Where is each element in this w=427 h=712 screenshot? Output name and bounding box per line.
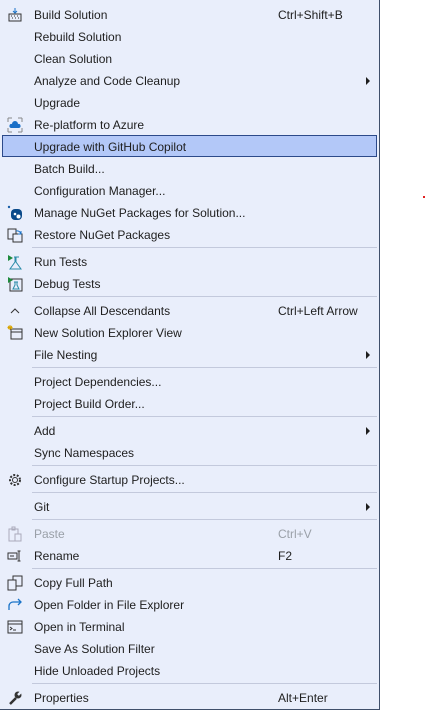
menu-item-shortcut: Alt+Enter: [278, 691, 328, 705]
menu-separator: [32, 296, 377, 297]
menu-item-copy-full-path[interactable]: Copy Full Path: [2, 571, 377, 593]
menu-separator: [32, 247, 377, 248]
menu-item-batch-build[interactable]: Batch Build...: [2, 157, 377, 179]
menu-item-upgrade[interactable]: Upgrade: [2, 91, 377, 113]
nuget-icon: [7, 205, 23, 221]
menu-item-label: Configuration Manager...: [34, 184, 166, 198]
collapse-icon: [7, 303, 23, 319]
menu-item-label: Upgrade: [34, 96, 81, 110]
menu-item-label: File Nesting: [34, 348, 98, 362]
menu-item-project-build-order[interactable]: Project Build Order...: [2, 392, 377, 414]
terminal-icon: [7, 619, 23, 635]
menu-item-shortcut: F2: [278, 549, 293, 563]
new-view-icon: [7, 325, 23, 341]
menu-item-label: Hide Unloaded Projects: [34, 664, 161, 678]
menu-item-label: Build Solution: [34, 8, 108, 22]
menu-item-label: Open in Terminal: [34, 620, 125, 634]
menu-item-label: Clean Solution: [34, 52, 113, 66]
menu-item-debug-tests[interactable]: Debug Tests: [2, 272, 377, 294]
menu-item-properties[interactable]: Properties Alt+Enter: [2, 686, 377, 708]
submenu-arrow-icon: [366, 427, 370, 435]
menu-item-label: Rebuild Solution: [34, 30, 122, 44]
menu-item-file-nesting[interactable]: File Nesting: [2, 343, 377, 365]
menu-item-rebuild-solution[interactable]: Rebuild Solution: [2, 25, 377, 47]
gear-icon: [7, 472, 23, 488]
menu-item-label: Re-platform to Azure: [34, 118, 145, 132]
menu-item-label: Sync Namespaces: [34, 446, 135, 460]
submenu-arrow-icon: [366, 77, 370, 85]
paste-icon: [7, 526, 23, 542]
menu-item-label: Add: [34, 424, 56, 438]
menu-item-label: Debug Tests: [34, 277, 101, 291]
restore-packages-icon: [7, 227, 23, 243]
menu-item-label: Configure Startup Projects...: [34, 473, 185, 487]
menu-item-save-as-solution-filter[interactable]: Save As Solution Filter: [2, 637, 377, 659]
menu-separator: [32, 492, 377, 493]
open-folder-arrow-icon: [7, 597, 23, 613]
menu-item-shortcut: Ctrl+Left Arrow: [278, 304, 358, 318]
menu-item-label: Restore NuGet Packages: [34, 228, 171, 242]
menu-item-hide-unloaded-projects[interactable]: Hide Unloaded Projects: [2, 659, 377, 681]
menu-item-shortcut: Ctrl+V: [278, 527, 312, 541]
menu-item-label: Batch Build...: [34, 162, 105, 176]
menu-item-label: Manage NuGet Packages for Solution...: [34, 206, 246, 220]
menu-item-analyze-and-code-cleanup[interactable]: Analyze and Code Cleanup: [2, 69, 377, 91]
menu-item-restore-nuget-packages[interactable]: Restore NuGet Packages: [2, 223, 377, 245]
menu-item-rename[interactable]: Rename F2: [2, 544, 377, 566]
solution-context-menu: Build Solution Ctrl+Shift+B Rebuild Soluti…: [0, 0, 380, 710]
menu-item-shortcut: Ctrl+Shift+B: [278, 8, 343, 22]
menu-item-label: Upgrade with GitHub Copilot: [34, 140, 187, 154]
submenu-arrow-icon: [366, 503, 370, 511]
menu-item-configure-startup-projects[interactable]: Configure Startup Projects...: [2, 468, 377, 490]
menu-separator: [32, 568, 377, 569]
menu-item-open-in-terminal[interactable]: Open in Terminal: [2, 615, 377, 637]
menu-item-clean-solution[interactable]: Clean Solution: [2, 47, 377, 69]
menu-item-label: Collapse All Descendants: [34, 304, 171, 318]
menu-item-label: Project Build Order...: [34, 397, 145, 411]
menu-item-paste: Paste Ctrl+V: [2, 522, 377, 544]
menu-item-collapse-all-descendants[interactable]: Collapse All Descendants Ctrl+Left Arrow: [2, 299, 377, 321]
run-tests-icon: [7, 254, 23, 270]
debug-tests-icon: [7, 276, 23, 292]
menu-item-label: Paste: [34, 527, 65, 541]
menu-item-git[interactable]: Git: [2, 495, 377, 517]
menu-separator: [32, 416, 377, 417]
menu-item-label: Analyze and Code Cleanup: [34, 74, 181, 88]
red-dot-marker: [423, 196, 425, 198]
menu-item-label: Git: [34, 500, 50, 514]
menu-item-add[interactable]: Add: [2, 419, 377, 441]
menu-item-open-folder-in-file-explorer[interactable]: Open Folder in File Explorer: [2, 593, 377, 615]
menu-item-label: New Solution Explorer View: [34, 326, 182, 340]
menu-separator: [32, 519, 377, 520]
menu-item-label: Run Tests: [34, 255, 88, 269]
menu-item-re-platform-to-azure[interactable]: Re-platform to Azure: [2, 113, 377, 135]
menu-item-label: Save As Solution Filter: [34, 642, 155, 656]
menu-item-new-solution-explorer-view[interactable]: New Solution Explorer View: [2, 321, 377, 343]
menu-item-label: Open Folder in File Explorer: [34, 598, 185, 612]
menu-item-manage-nuget-packages-for-solution[interactable]: Manage NuGet Packages for Solution...: [2, 201, 377, 223]
menu-item-configuration-manager[interactable]: Configuration Manager...: [2, 179, 377, 201]
menu-separator: [32, 683, 377, 684]
wrench-icon: [7, 690, 23, 706]
menu-separator: [32, 367, 377, 368]
menu-item-project-dependencies[interactable]: Project Dependencies...: [2, 370, 377, 392]
azure-cloud-icon: [7, 117, 23, 133]
menu-item-sync-namespaces[interactable]: Sync Namespaces: [2, 441, 377, 463]
menu-item-label: Rename: [34, 549, 80, 563]
menu-separator: [32, 465, 377, 466]
copy-icon: [7, 575, 23, 591]
rename-icon: [7, 548, 23, 564]
menu-item-label: Copy Full Path: [34, 576, 113, 590]
menu-item-run-tests[interactable]: Run Tests: [2, 250, 377, 272]
build-icon: [7, 7, 23, 23]
menu-item-label: Properties: [34, 691, 89, 705]
menu-item-build-solution[interactable]: Build Solution Ctrl+Shift+B: [2, 3, 377, 25]
submenu-arrow-icon: [366, 351, 370, 359]
menu-item-upgrade-with-github-copilot[interactable]: Upgrade with GitHub Copilot: [2, 135, 377, 157]
menu-item-label: Project Dependencies...: [34, 375, 162, 389]
